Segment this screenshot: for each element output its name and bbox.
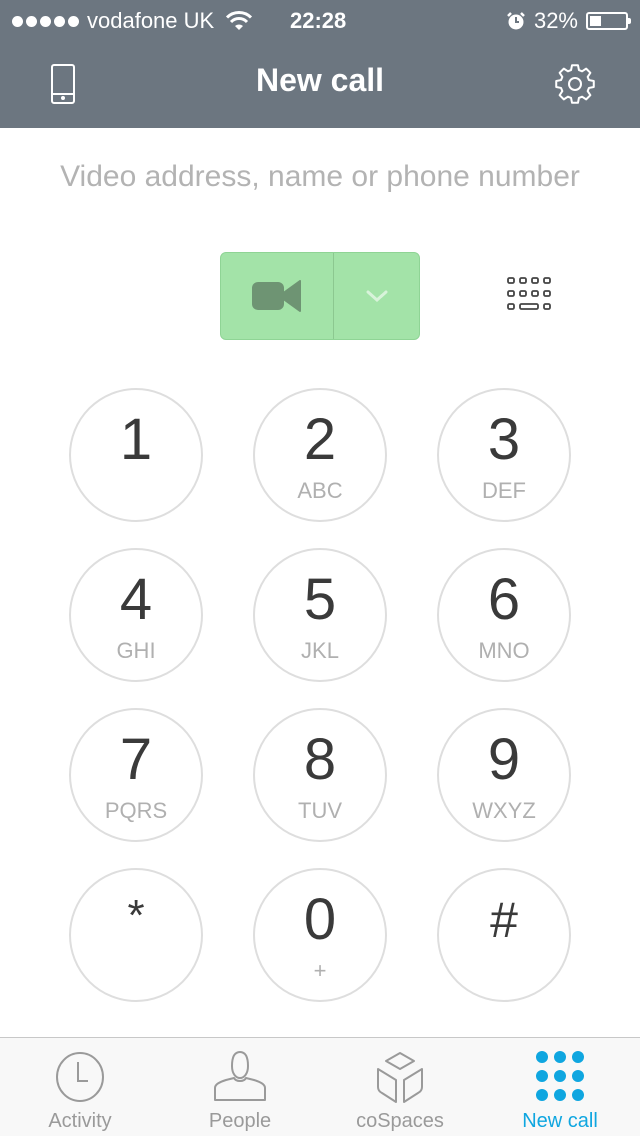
dial-key-digit: 3 bbox=[487, 407, 521, 472]
dial-key-digit: 1 bbox=[119, 407, 153, 472]
dial-key-digit: 2 bbox=[303, 407, 337, 472]
tab-bar: Activity People coSpaces New call bbox=[0, 1037, 640, 1136]
tab-new-call[interactable]: New call bbox=[480, 1038, 640, 1137]
dial-key-letters: GHI bbox=[116, 638, 156, 663]
dial-key-letters: + bbox=[313, 958, 327, 983]
dialpad-icon bbox=[536, 1051, 584, 1101]
clock-time: 22:28 bbox=[290, 8, 347, 33]
dial-key[interactable]: # bbox=[437, 868, 571, 1002]
dial-key-letters: DEF bbox=[482, 478, 526, 503]
dial-key-letters: ABC bbox=[297, 478, 343, 503]
dial-key-digit: 7 bbox=[119, 727, 153, 792]
status-bar: vodafone UK 22:28 32% bbox=[0, 0, 640, 40]
tab-label: coSpaces bbox=[356, 1110, 444, 1132]
clock-icon bbox=[56, 1052, 104, 1102]
tab-label: New call bbox=[522, 1110, 598, 1132]
dial-key[interactable]: 9 WXYZ bbox=[437, 708, 571, 842]
dial-key[interactable]: 3 DEF bbox=[437, 388, 571, 522]
video-call-button[interactable] bbox=[221, 253, 334, 339]
dial-key[interactable]: * bbox=[69, 868, 203, 1002]
alarm-icon bbox=[507, 12, 525, 30]
dial-key[interactable]: 7 PQRS bbox=[69, 708, 203, 842]
dial-key-digit: 8 bbox=[303, 727, 337, 792]
dial-key-digit: # bbox=[490, 892, 518, 948]
video-camera-icon bbox=[252, 280, 301, 312]
dial-key-letters: TUV bbox=[298, 798, 342, 823]
video-call-button-group bbox=[220, 252, 420, 340]
dial-key-digit: 6 bbox=[487, 567, 521, 632]
tab-label: People bbox=[208, 1110, 272, 1132]
dial-key-digit: 9 bbox=[487, 727, 521, 792]
call-options-dropdown[interactable] bbox=[334, 253, 419, 339]
dial-key[interactable]: 6 MNO bbox=[437, 548, 571, 682]
tab-people[interactable]: People bbox=[160, 1038, 320, 1137]
dial-key-letters: JKL bbox=[301, 638, 339, 663]
chevron-down-icon bbox=[366, 290, 387, 303]
dial-key[interactable]: 8 TUV bbox=[253, 708, 387, 842]
dial-key[interactable]: 0 + bbox=[253, 868, 387, 1002]
battery-icon bbox=[586, 12, 631, 30]
gear-icon[interactable] bbox=[554, 63, 596, 105]
dial-key[interactable]: 2 ABC bbox=[253, 388, 387, 522]
dial-key-digit: 0 bbox=[303, 887, 337, 952]
dial-key[interactable]: 4 GHI bbox=[69, 548, 203, 682]
wifi-icon bbox=[226, 11, 253, 30]
signal-strength-icon bbox=[12, 15, 79, 27]
address-input[interactable] bbox=[0, 160, 640, 194]
dial-key-letters: MNO bbox=[478, 638, 530, 663]
battery-percent: 32% bbox=[533, 8, 578, 33]
tab-cospaces[interactable]: coSpaces bbox=[320, 1038, 480, 1137]
page-title: New call bbox=[255, 62, 385, 98]
dial-key-digit: 5 bbox=[303, 567, 337, 632]
carrier-name: vodafone UK bbox=[87, 8, 215, 33]
header: vodafone UK 22:28 32% New call bbox=[0, 0, 640, 128]
cube-icon bbox=[377, 1052, 423, 1103]
dial-key-digit: 4 bbox=[119, 567, 153, 632]
battery-level bbox=[590, 16, 601, 26]
dial-key-letters: PQRS bbox=[104, 798, 168, 823]
dial-key-letters: WXYZ bbox=[472, 798, 536, 823]
tab-activity[interactable]: Activity bbox=[0, 1038, 160, 1137]
dial-key[interactable]: 1 bbox=[69, 388, 203, 522]
tab-label: Activity bbox=[48, 1110, 112, 1132]
dial-key[interactable]: 5 JKL bbox=[253, 548, 387, 682]
dial-key-digit: * bbox=[127, 891, 145, 940]
person-icon bbox=[214, 1050, 266, 1101]
keyboard-icon[interactable] bbox=[506, 276, 554, 316]
